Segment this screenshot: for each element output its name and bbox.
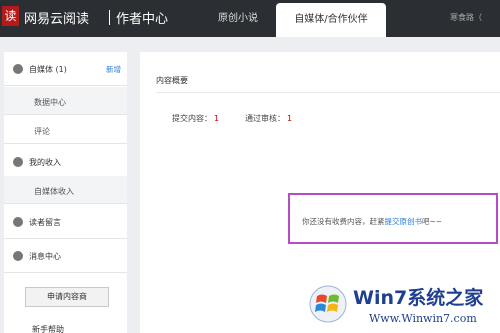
empty-paid-content-notice: 你还没有收费内容，赶紧提交原创书吧~~	[288, 193, 498, 244]
sidebar-item-label: 数据中心	[34, 98, 66, 107]
sidebar-section-label: 我的收入	[29, 158, 61, 167]
stat-approved: 通过审核： 1	[245, 113, 292, 124]
sidebar-section-label: 自媒体 (1)	[29, 65, 67, 74]
comment-circle-icon	[13, 217, 23, 227]
submit-original-book-link[interactable]: 提交原创书	[385, 217, 423, 226]
stat-label: 通过审核：	[245, 114, 285, 123]
sidebar-item-label: 评论	[34, 127, 50, 136]
message-circle-icon	[13, 251, 23, 261]
notice-text: 你还没有收费内容，赶紧提交原创书吧~~	[302, 217, 443, 226]
sidebar-section-label: 消息中心	[29, 252, 61, 261]
watermark: Win7系统之家 Www.Winwin7.com	[305, 281, 500, 333]
sidebar-item-comments[interactable]: 评论	[4, 116, 127, 144]
sidebar-section-message-center[interactable]: 消息中心	[4, 239, 127, 273]
stat-value: 1	[214, 114, 220, 123]
watermark-text: Win7系统之家	[353, 287, 484, 309]
brand-divider	[109, 10, 110, 25]
sidebar-section-reader-messages[interactable]: 读者留言	[4, 205, 127, 239]
tab-self-media-partners[interactable]: 自媒体/合作伙伴	[276, 3, 386, 37]
stat-label: 提交内容：	[172, 114, 212, 123]
sidebar-section-my-income[interactable]: 我的收入	[4, 145, 127, 179]
add-new-link[interactable]: 新增	[106, 64, 121, 75]
top-navigation-bar: 读 网易云阅读 作者中心 原创小说 自媒体/合作伙伴 寒食路（	[0, 0, 500, 37]
title-divider	[156, 92, 500, 93]
sidebar-item-data-center[interactable]: 数据中心	[4, 87, 127, 115]
page-title: 内容概要	[156, 76, 188, 85]
user-circle-icon	[13, 64, 23, 74]
sidebar-item-label: 自媒体收入	[34, 187, 74, 196]
sidebar-section-label: 读者留言	[29, 218, 61, 227]
user-name[interactable]: 寒食路（	[450, 12, 482, 23]
windows-logo-icon	[309, 285, 347, 323]
tab-original-novels[interactable]: 原创小说	[218, 0, 258, 37]
reading-logo-icon[interactable]: 读	[2, 6, 19, 26]
author-center-title: 作者中心	[116, 12, 169, 27]
sidebar-section-self-media[interactable]: 自媒体 (1) 新增	[4, 52, 127, 86]
sidebar-item-self-media-income[interactable]: 自媒体收入	[4, 176, 127, 204]
stat-submitted: 提交内容： 1	[172, 113, 219, 124]
brand-name[interactable]: 网易云阅读	[24, 8, 89, 27]
newbie-help-link[interactable]: 新手帮助	[32, 324, 64, 333]
stat-value: 1	[287, 114, 293, 123]
sidebar: 自媒体 (1) 新增 数据中心 评论 我的收入 自媒体收入 读者留言 消息中心 …	[4, 52, 127, 333]
apply-content-provider-button[interactable]: 申请内容商	[25, 287, 109, 307]
yen-circle-icon	[13, 157, 23, 167]
watermark-url: Www.Winwin7.com	[369, 312, 477, 325]
